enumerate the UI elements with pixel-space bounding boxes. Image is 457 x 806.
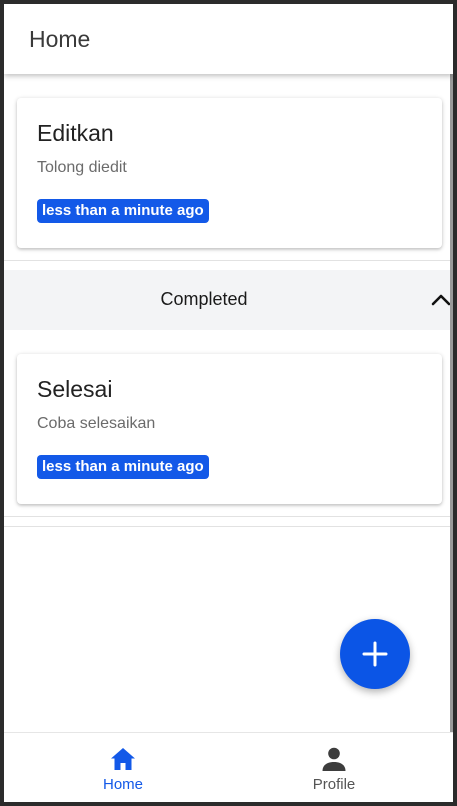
person-icon: [322, 747, 346, 771]
home-icon: [111, 748, 135, 770]
list-divider: [4, 516, 453, 517]
nav-item-profile[interactable]: Profile: [222, 733, 446, 802]
task-title: Selesai: [37, 376, 113, 402]
task-card[interactable]: Editkan Tolong diedit less than a minute…: [17, 98, 442, 248]
nav-label-profile: Profile: [312, 776, 356, 793]
task-description: Coba selesaikan: [37, 415, 156, 432]
list-divider: [4, 526, 453, 527]
task-time-badge: less than a minute ago: [37, 199, 209, 223]
plus-icon: [362, 641, 388, 667]
task-time-badge: less than a minute ago: [37, 455, 209, 479]
add-task-button[interactable]: [340, 619, 410, 689]
nav-label-home: Home: [102, 776, 143, 793]
completed-section-label: Completed: [160, 289, 248, 309]
task-description: Tolong diedit: [37, 159, 127, 176]
app-frame: Home Editkan Tolong diedit less than a m…: [0, 0, 457, 806]
list-divider: [4, 260, 453, 261]
bottom-navigation: Home Profile: [4, 732, 453, 802]
page-title: Home: [29, 26, 91, 52]
task-title: Editkan: [37, 120, 114, 146]
app-bar: Home: [4, 4, 453, 74]
app-screen: Home Editkan Tolong diedit less than a m…: [4, 4, 453, 802]
nav-item-home[interactable]: Home: [11, 733, 235, 802]
completed-section-header[interactable]: Completed: [4, 270, 453, 330]
scrollbar[interactable]: [450, 74, 453, 734]
completed-task-card[interactable]: Selesai Coba selesaikan less than a minu…: [17, 354, 442, 504]
